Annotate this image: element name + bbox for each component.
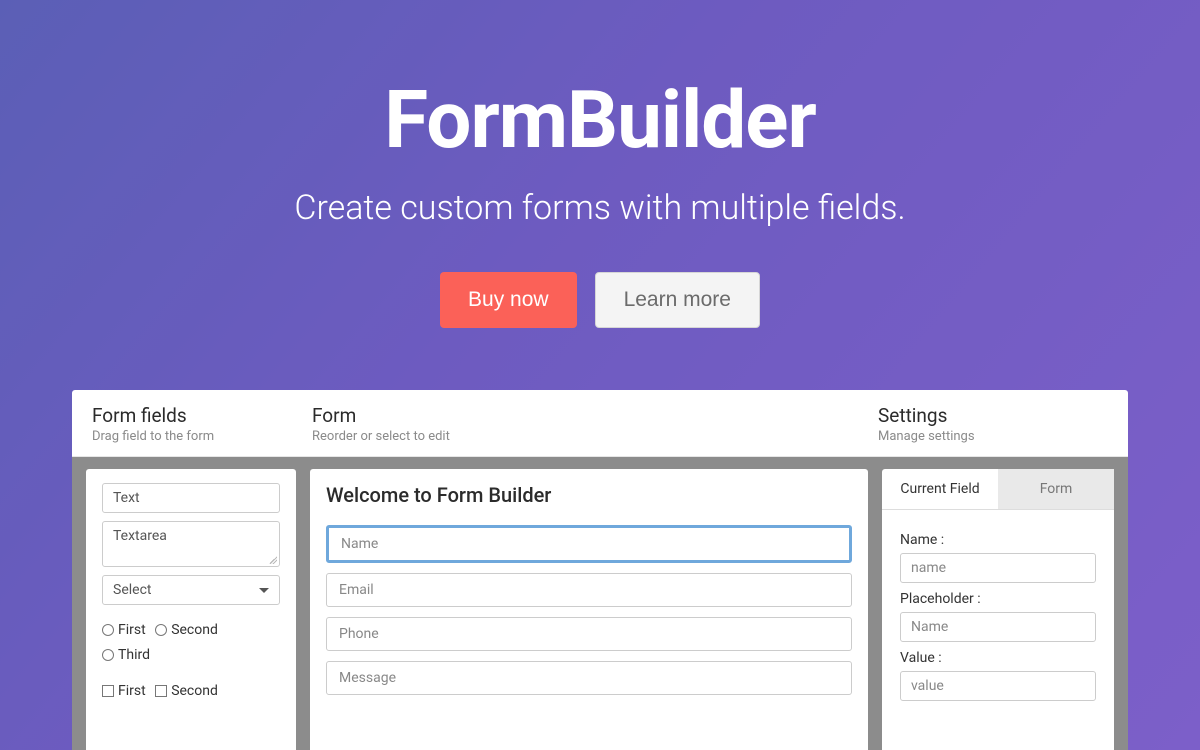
panel-settings-title: Settings: [878, 404, 1108, 427]
radio-label: Third: [118, 644, 150, 666]
settings-placeholder-input[interactable]: Name: [900, 612, 1096, 642]
field-palette: Text Textarea Select First Second Third …: [86, 469, 296, 750]
panel-settings-hint: Manage settings: [878, 429, 1108, 444]
hero-subtitle: Create custom forms with multiple fields…: [0, 188, 1200, 228]
radio-icon: [102, 624, 114, 636]
palette-select-label: Select: [113, 582, 151, 598]
settings-panel: Current Field Form Name : name Placehold…: [882, 469, 1114, 750]
form-field-email[interactable]: Email: [326, 573, 852, 607]
form-field-message[interactable]: Message: [326, 661, 852, 695]
radio-label: First: [118, 619, 146, 641]
radio-icon: [155, 624, 167, 636]
settings-value-input[interactable]: value: [900, 671, 1096, 701]
form-canvas-title: Welcome to Form Builder: [326, 483, 852, 507]
checkbox-label: First: [118, 680, 146, 702]
palette-textarea-field[interactable]: Textarea: [102, 521, 280, 567]
chevron-down-icon: [259, 588, 269, 593]
tab-current-field[interactable]: Current Field: [882, 469, 998, 509]
checkbox-label: Second: [171, 680, 218, 702]
palette-text-field[interactable]: Text: [102, 483, 280, 513]
settings-name-label: Name :: [900, 532, 1096, 548]
form-field-name[interactable]: Name: [326, 525, 852, 563]
learn-more-button[interactable]: Learn more: [595, 272, 760, 328]
settings-placeholder-label: Placeholder :: [900, 591, 1096, 607]
panel-fields-title: Form fields: [92, 404, 312, 427]
checkbox-icon: [155, 685, 167, 697]
form-field-phone[interactable]: Phone: [326, 617, 852, 651]
palette-checkbox-group[interactable]: First Second: [102, 680, 280, 705]
settings-value-label: Value :: [900, 650, 1096, 666]
panel-form-title: Form: [312, 404, 878, 427]
radio-icon: [102, 649, 114, 661]
palette-select-field[interactable]: Select: [102, 575, 280, 605]
hero-title: FormBuilder: [0, 78, 1200, 162]
settings-name-input[interactable]: name: [900, 553, 1096, 583]
radio-label: Second: [171, 619, 218, 641]
form-canvas: Welcome to Form Builder Name Email Phone…: [310, 469, 868, 750]
app-preview: Form fields Drag field to the form Form …: [72, 390, 1128, 750]
panel-form-hint: Reorder or select to edit: [312, 429, 878, 444]
panel-fields-hint: Drag field to the form: [92, 429, 312, 444]
checkbox-icon: [102, 685, 114, 697]
tab-form[interactable]: Form: [998, 469, 1114, 509]
palette-radio-group[interactable]: First Second Third: [102, 619, 280, 668]
buy-now-button[interactable]: Buy now: [440, 272, 577, 328]
